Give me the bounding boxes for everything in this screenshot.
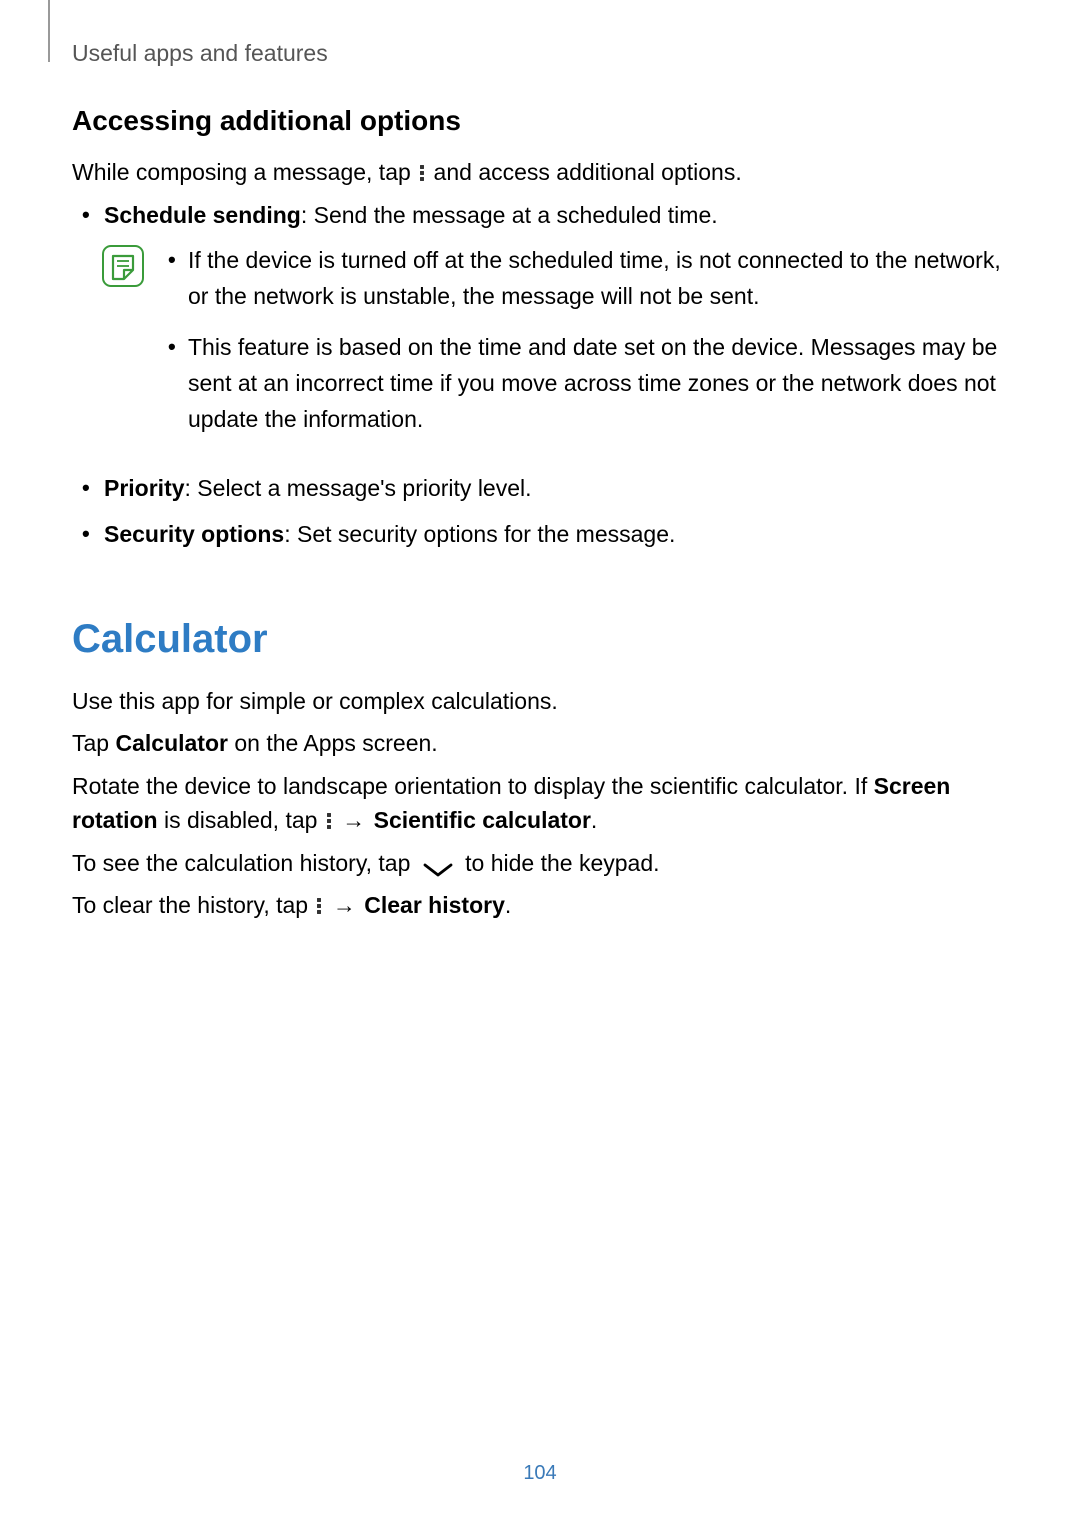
calculator-p3: Rotate the device to landscape orientati…	[72, 769, 1008, 838]
arrow-text: →	[326, 892, 362, 918]
intro-paragraph: While composing a message, tap and acces…	[72, 155, 1008, 190]
option-label: Priority	[104, 475, 185, 501]
p3-mid: is disabled, tap	[158, 807, 324, 833]
calculator-p5: To clear the history, tap → Clear histor…	[72, 888, 1008, 923]
option-desc: : Send the message at a scheduled time.	[301, 202, 718, 228]
note-item: This feature is based on the time and da…	[160, 330, 1008, 437]
p3-bold2: Scientific calculator	[374, 807, 591, 833]
p3-before: Rotate the device to landscape orientati…	[72, 773, 874, 799]
calculator-p1: Use this app for simple or complex calcu…	[72, 684, 1008, 719]
list-item: Security options: Set security options f…	[72, 517, 1008, 553]
section-subheading-accessing: Accessing additional options	[72, 105, 1008, 137]
option-desc: : Set security options for the message.	[284, 521, 675, 547]
note-block: If the device is turned off at the sched…	[102, 243, 1008, 453]
options-list-2: Priority: Select a message's priority le…	[72, 471, 1008, 552]
note-list: If the device is turned off at the sched…	[160, 243, 1008, 453]
p3-after: .	[591, 807, 597, 833]
option-label: Schedule sending	[104, 202, 301, 228]
option-label: Security options	[104, 521, 284, 547]
page-margin-line	[48, 0, 50, 62]
list-item: Schedule sending: Send the message at a …	[72, 198, 1008, 234]
arrow-text: →	[336, 807, 372, 833]
p4-before: To see the calculation history, tap	[72, 850, 417, 876]
section-heading-calculator: Calculator	[72, 617, 1008, 662]
more-options-icon	[316, 896, 322, 914]
p2-bold: Calculator	[115, 730, 227, 756]
p2-before: Tap	[72, 730, 115, 756]
p5-bold: Clear history	[364, 892, 505, 918]
p5-after: .	[505, 892, 511, 918]
chevron-down-icon	[421, 854, 455, 872]
more-options-icon	[419, 163, 425, 181]
note-item: If the device is turned off at the sched…	[160, 243, 1008, 314]
page-content: Accessing additional options While compo…	[72, 105, 1008, 931]
option-desc: : Select a message's priority level.	[185, 475, 532, 501]
more-options-icon	[326, 811, 332, 829]
p2-after: on the Apps screen.	[228, 730, 438, 756]
p5-before: To clear the history, tap	[72, 892, 314, 918]
page-number: 104	[0, 1462, 1080, 1485]
list-item: Priority: Select a message's priority le…	[72, 471, 1008, 507]
intro-text-after: and access additional options.	[427, 159, 742, 185]
note-icon	[102, 245, 144, 287]
p4-after: to hide the keypad.	[459, 850, 660, 876]
calculator-p2: Tap Calculator on the Apps screen.	[72, 726, 1008, 761]
intro-text-before: While composing a message, tap	[72, 159, 417, 185]
header-chapter-title: Useful apps and features	[72, 40, 328, 67]
calculator-p4: To see the calculation history, tap to h…	[72, 846, 1008, 881]
options-list-1: Schedule sending: Send the message at a …	[72, 198, 1008, 234]
